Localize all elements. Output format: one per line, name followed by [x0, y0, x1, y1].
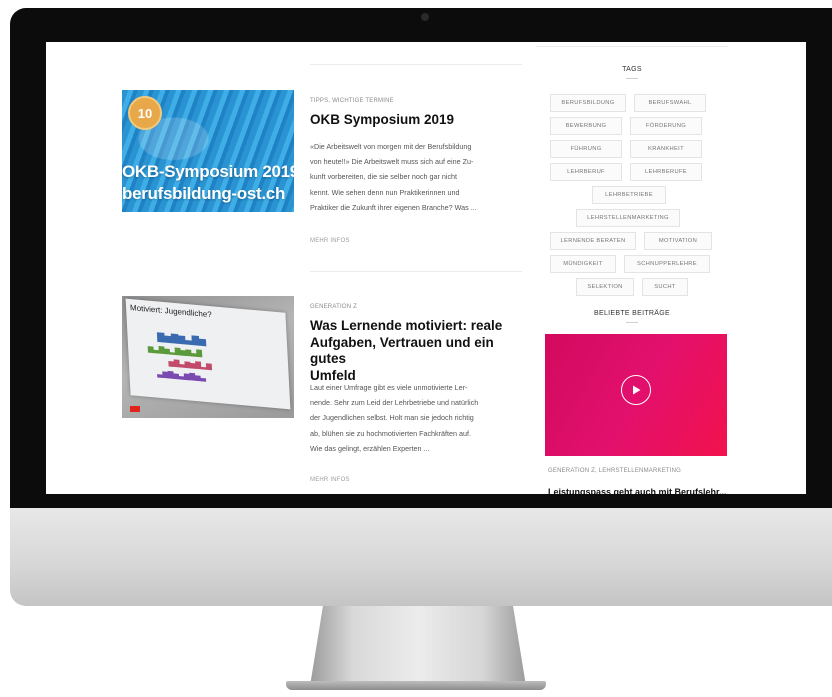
tag-muendigkeit[interactable]: MÜNDIGKEIT — [550, 255, 616, 273]
play-icon[interactable] — [621, 375, 651, 405]
more-info-link[interactable]: MEHR INFOS — [310, 477, 350, 483]
excerpt-line: Wie das gelingt, erzählen Experten ... — [310, 443, 430, 453]
tag-lehrstellenmarketing[interactable]: LEHRSTELLENMARKETING — [576, 209, 680, 227]
excerpt-line: kunft vorbereiten, die sie selber noch g… — [310, 172, 458, 182]
popular-post-category[interactable]: GENERATION Z, LEHRSTELLENMARKETING — [548, 468, 681, 474]
monitor-stand — [310, 606, 526, 686]
title-line: Was Lernende motiviert: reale — [310, 318, 503, 333]
divider — [536, 46, 728, 47]
title-line: Aufgaben, Vertrauen und ein gutes — [310, 334, 494, 367]
article-title[interactable]: Was Lernende motiviert: reale Aufgaben, … — [310, 318, 524, 384]
presentation-slide: Motiviert: Jugendliche? ▇▅▇▆▃▇▅ ▆▃▇▅▂▇▅▆… — [125, 298, 291, 410]
article-category[interactable]: GENERATION Z — [310, 304, 357, 310]
tag-bewerbung[interactable]: BEWERBUNG — [550, 117, 622, 135]
image-caption-line2: berufsbildung-ost.ch — [122, 184, 286, 203]
word-cloud: ▅▇▃▆▅▇▂▆ — [168, 359, 212, 371]
tag-schnupperlehre[interactable]: SCHNUPPERLEHRE — [624, 255, 710, 273]
tag-selektion[interactable]: SELEKTION — [576, 278, 634, 296]
tag-motivation[interactable]: MOTIVATION — [644, 232, 712, 250]
camera-icon — [421, 13, 429, 21]
screen: 10 OKB-Symposium 2019 berufsbildung-ost.… — [46, 42, 806, 494]
tag-lernende-beraten[interactable]: LERNENDE BERATEN — [550, 232, 636, 250]
excerpt-line: der Jugendlichen selbst. Holt man sie je… — [310, 413, 474, 423]
image-caption-line1: OKB-Symposium 2019 — [122, 162, 294, 181]
tag-foerderung[interactable]: FÖRDERUNG — [630, 117, 702, 135]
excerpt-line: ab, blühen sie zu hochmotivierten Fachkr… — [310, 428, 472, 438]
article-title[interactable]: OKB Symposium 2019 — [310, 112, 524, 129]
divider — [310, 271, 522, 272]
monitor-chin — [10, 508, 832, 606]
video-thumbnail[interactable] — [545, 334, 727, 456]
excerpt-line: «Die Arbeitswelt von morgen mit der Beru… — [310, 142, 472, 151]
article-image-generation-z[interactable]: Motiviert: Jugendliche? ▇▅▇▆▃▇▅ ▆▃▇▅▂▇▅▆… — [122, 296, 294, 418]
slide-title: Motiviert: Jugendliche? — [129, 303, 212, 320]
excerpt-line: nende. Sehr zum Leid der Lehrbetriebe un… — [310, 398, 479, 408]
excerpt-line: Laut einer Umfrage gibt es viele unmotiv… — [310, 383, 468, 392]
article-image-okb-symposium[interactable]: 10 OKB-Symposium 2019 berufsbildung-ost.… — [122, 90, 294, 212]
tag-berufswahl[interactable]: BERUFSWAHL — [634, 94, 706, 112]
tag-krankheit[interactable]: KRANKHEIT — [630, 140, 702, 158]
popular-posts-heading: BELIEBTE BEITRÄGE — [594, 310, 670, 317]
tags-heading: TAGS — [622, 66, 642, 73]
popular-post-title[interactable]: Leistungspass geht auch mit Berufslehr..… — [548, 486, 728, 494]
tag-lehrbetriebe[interactable]: LEHRBETRIEBE — [592, 186, 666, 204]
word-cloud: ▇▅▇▆▃▇▅ — [157, 331, 207, 346]
monitor-foot — [286, 681, 546, 690]
excerpt-line: von heute!!» Die Arbeitswelt muss sich a… — [310, 157, 474, 167]
article-list: 10 OKB-Symposium 2019 berufsbildung-ost.… — [46, 42, 526, 494]
heading-rule — [626, 78, 638, 79]
tag-sucht[interactable]: SUCHT — [642, 278, 688, 296]
article-category[interactable]: TIPPS, WICHTIGE TERMINE — [310, 98, 394, 104]
tag-berufsbildung[interactable]: BERUFSBILDUNG — [550, 94, 626, 112]
more-info-link[interactable]: MEHR INFOS — [310, 238, 350, 244]
article-excerpt: Laut einer Umfrage gibt es viele unmotiv… — [310, 380, 524, 456]
tag-fuehrung[interactable]: FÜHRUNG — [550, 140, 622, 158]
tag-lehrberuf[interactable]: LEHRBERUF — [550, 163, 622, 181]
excerpt-line: Praktiker die Zukunft ihrer eigenen Bran… — [310, 202, 477, 212]
excerpt-line: kennt. Wie sehen denn nun Praktikerinnen… — [310, 187, 460, 197]
sidebar: TAGS BERUFSBILDUNG BERUFSWAHL BEWERBUNG … — [536, 42, 728, 494]
article-excerpt: «Die Arbeitswelt von morgen mit der Beru… — [310, 139, 524, 215]
word-cloud: ▃▆▇▅▃▆▇▅▃ — [157, 370, 206, 382]
divider — [310, 64, 522, 65]
anniversary-badge: 10 — [128, 96, 162, 130]
heading-rule — [626, 322, 638, 323]
word-cloud: ▆▃▇▅▂▇▅▆▃▇ — [147, 345, 203, 358]
logo-icon — [130, 406, 140, 412]
tag-lehrberufe[interactable]: LEHRBERUFE — [630, 163, 702, 181]
